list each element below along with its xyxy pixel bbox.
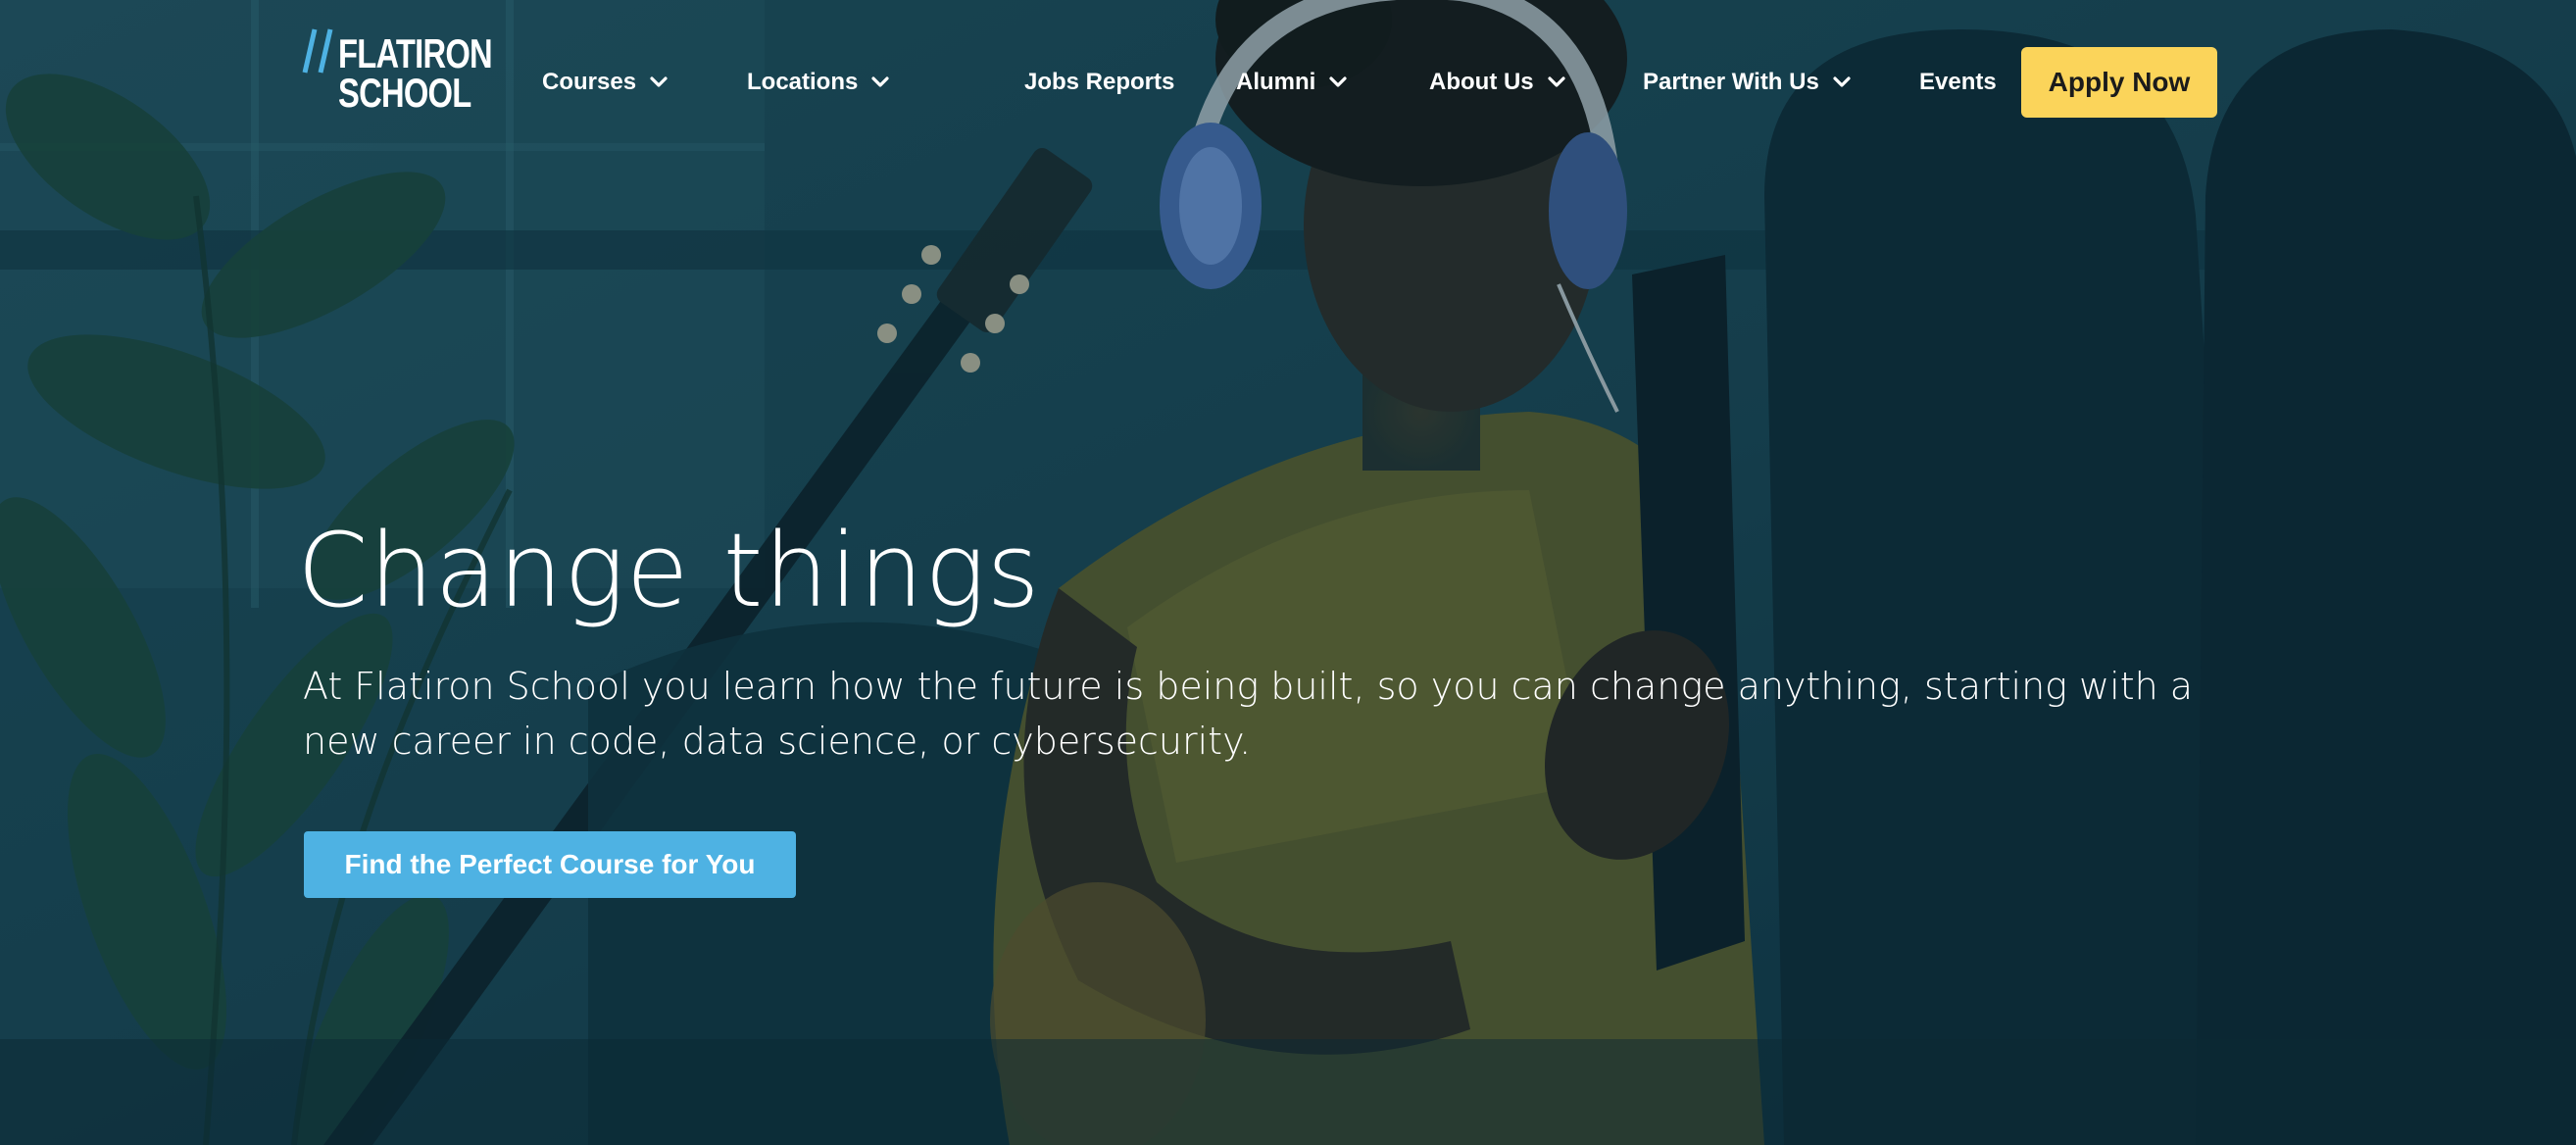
hero-section: FLATIRON SCHOOL Courses Locations Jobs R… xyxy=(0,0,2576,1145)
nav-events-label: Events xyxy=(1919,69,1997,95)
nav-events[interactable]: Events xyxy=(1919,65,1997,100)
hero-headline: Change things xyxy=(297,511,1041,630)
logo-line-1: FLATIRON xyxy=(338,30,493,76)
nav-locations[interactable]: Locations xyxy=(747,65,891,100)
nav-partner-with-us-label: Partner With Us xyxy=(1643,69,1819,95)
nav-courses[interactable]: Courses xyxy=(542,65,669,100)
flatiron-school-logo[interactable]: FLATIRON SCHOOL xyxy=(301,25,493,114)
apply-now-button[interactable]: Apply Now xyxy=(2021,47,2217,118)
nav-jobs-reports-label: Jobs Reports xyxy=(1024,69,1175,95)
chevron-down-icon xyxy=(1329,76,1347,87)
chevron-down-icon xyxy=(1833,76,1851,87)
nav-partner-with-us[interactable]: Partner With Us xyxy=(1643,65,1853,100)
nav-jobs-reports[interactable]: Jobs Reports xyxy=(1024,65,1174,100)
nav-alumni-label: Alumni xyxy=(1236,69,1316,95)
chevron-down-icon xyxy=(1548,76,1565,87)
logo-line-2: SCHOOL xyxy=(338,70,471,116)
nav-courses-label: Courses xyxy=(542,69,637,95)
chevron-down-icon xyxy=(650,76,668,87)
nav-locations-label: Locations xyxy=(747,69,859,95)
nav-about-us-label: About Us xyxy=(1429,69,1534,95)
hero-subtext: At Flatiron School you learn how the fut… xyxy=(303,665,2194,763)
nav-about-us[interactable]: About Us xyxy=(1429,65,1567,100)
find-course-button[interactable]: Find the Perfect Course for You xyxy=(304,831,796,898)
nav-alumni[interactable]: Alumni xyxy=(1236,65,1349,100)
double-slash-icon xyxy=(302,28,333,74)
chevron-down-icon xyxy=(871,76,889,87)
